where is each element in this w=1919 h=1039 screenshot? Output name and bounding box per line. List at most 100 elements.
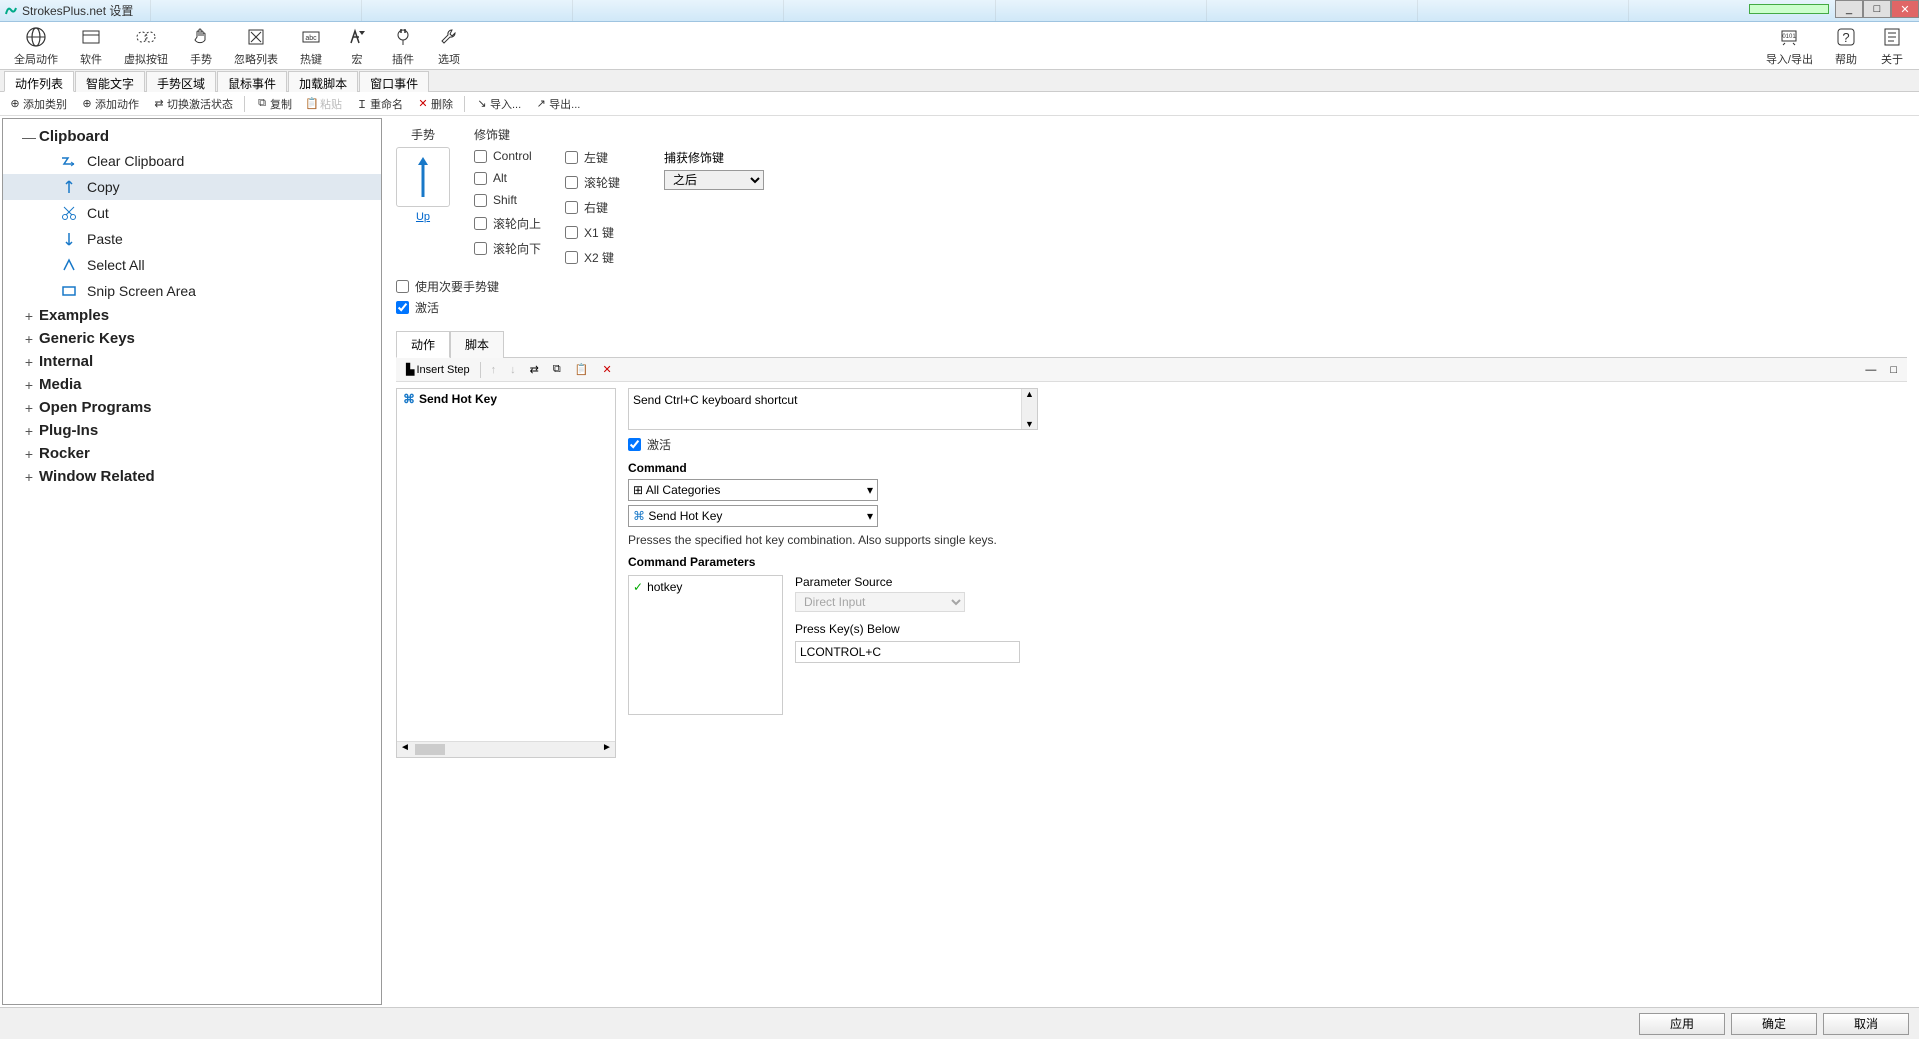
toolbar-plugin[interactable]: 插件 xyxy=(380,22,426,69)
toolbar-ignorelist[interactable]: 忽略列表 xyxy=(224,22,288,69)
toolbar-options[interactable]: 选项 xyxy=(426,22,472,69)
chk-wheel[interactable]: 滚轮键 xyxy=(565,174,620,191)
toolbar-about[interactable]: 关于 xyxy=(1869,22,1915,69)
toggle-active-button[interactable]: ⇄切换激活状态 xyxy=(150,94,236,114)
step-list-hscroll[interactable]: ◄ ► xyxy=(397,741,615,757)
copy-icon: ⧉ xyxy=(256,98,268,110)
toolbar-hotkey[interactable]: abc 热键 xyxy=(288,22,334,69)
chk-right[interactable]: 右键 xyxy=(565,199,620,216)
chk-wheel-up[interactable]: 滚轮向上 xyxy=(474,215,541,232)
step-list[interactable]: ⌘ Send Hot Key ◄ ► xyxy=(396,388,616,758)
desc-scrollbar[interactable]: ▲▼ xyxy=(1021,389,1037,429)
toolbar-virtual-btn[interactable]: 虚拟按钮 xyxy=(114,22,178,69)
tree-category-window-related[interactable]: +Window Related xyxy=(3,465,381,488)
toolbar-macro[interactable]: 宏 xyxy=(334,22,380,69)
capture-select[interactable]: 之后 xyxy=(664,170,764,190)
toolbar-software[interactable]: 软件 xyxy=(68,22,114,69)
tree-category-open-programs[interactable]: +Open Programs xyxy=(3,396,381,419)
subtab-action[interactable]: 动作 xyxy=(396,331,450,358)
window-close[interactable]: ✕ xyxy=(1891,0,1919,18)
chk-wheel-down[interactable]: 滚轮向下 xyxy=(474,240,541,257)
export-button[interactable]: ↗导出... xyxy=(532,94,583,114)
toolbar-gesture[interactable]: 手势 xyxy=(178,22,224,69)
command-select[interactable]: ⌘ Send Hot Key ▾ xyxy=(628,505,878,527)
add-action-button[interactable]: ⊕添加动作 xyxy=(78,94,142,114)
tab-smart-text[interactable]: 智能文字 xyxy=(75,71,145,92)
step-list-item[interactable]: ⌘ Send Hot Key xyxy=(397,389,615,409)
step-up-button[interactable]: ↑ xyxy=(487,362,501,378)
command-label: Command xyxy=(628,461,1907,475)
collapse-min-button[interactable]: — xyxy=(1861,362,1880,378)
tree-item-copy[interactable]: Copy xyxy=(3,174,381,200)
tree-item-clear-clipboard[interactable]: Clear Clipboard xyxy=(3,148,381,174)
tab-gesture-region[interactable]: 手势区域 xyxy=(146,71,216,92)
main-toolbar: 全局动作 软件 虚拟按钮 手势 忽略列表 abc 热键 宏 插件 选项 0101… xyxy=(0,22,1919,70)
apply-button[interactable]: 应用 xyxy=(1639,1013,1725,1035)
titlebar-blur-tabs xyxy=(150,0,1839,21)
step-copy-button[interactable]: ⧉ xyxy=(549,361,565,378)
param-item-hotkey[interactable]: ✓ hotkey xyxy=(633,580,778,594)
check-icon: ✓ xyxy=(633,580,643,594)
import-button[interactable]: ↘导入... xyxy=(473,94,524,114)
tree-category-generic-keys[interactable]: +Generic Keys xyxy=(3,327,381,350)
add-category-button[interactable]: ⊕添加类别 xyxy=(6,94,70,114)
chk-left[interactable]: 左键 xyxy=(565,149,620,166)
export-icon: ↗ xyxy=(535,98,547,110)
tree-category-clipboard[interactable]: — Clipboard xyxy=(3,125,381,148)
window-maximize[interactable]: □ xyxy=(1863,0,1891,18)
collapse-max-button[interactable]: □ xyxy=(1886,362,1901,378)
tab-window-events[interactable]: 窗口事件 xyxy=(359,71,429,92)
chk-x2[interactable]: X2 键 xyxy=(565,249,620,266)
window-minimize[interactable]: _ xyxy=(1835,0,1863,18)
param-source-select[interactable]: Direct Input xyxy=(795,592,965,612)
toolbar-global-action[interactable]: 全局动作 xyxy=(4,22,68,69)
tab-load-script[interactable]: 加载脚本 xyxy=(288,71,358,92)
command-icon: ⌘ xyxy=(633,509,645,523)
insert-icon: ▙ xyxy=(406,363,414,376)
gesture-link[interactable]: Up xyxy=(416,211,430,223)
gesture-preview[interactable] xyxy=(396,147,450,207)
tree-category-examples[interactable]: +Examples xyxy=(3,304,381,327)
tree-category-media[interactable]: +Media xyxy=(3,373,381,396)
scroll-right-icon[interactable]: ► xyxy=(599,742,615,757)
chk-x1[interactable]: X1 键 xyxy=(565,224,620,241)
ok-button[interactable]: 确定 xyxy=(1731,1013,1817,1035)
tree-item-paste[interactable]: Paste xyxy=(3,226,381,252)
scroll-thumb[interactable] xyxy=(415,744,445,755)
tree-item-select-all[interactable]: Select All xyxy=(3,252,381,278)
toolbar-import-export[interactable]: 0101 导入/导出 xyxy=(1756,22,1823,69)
tree-item-cut[interactable]: Cut xyxy=(3,200,381,226)
subtab-script[interactable]: 脚本 xyxy=(450,331,504,358)
step-down-button[interactable]: ↓ xyxy=(506,362,520,378)
step-delete-button[interactable]: ✕ xyxy=(598,361,615,378)
category-select[interactable]: ⊞ All Categories ▾ xyxy=(628,479,878,501)
step-description[interactable]: Send Ctrl+C keyboard shortcut ▲▼ xyxy=(628,388,1038,430)
insert-step-button[interactable]: ▙Insert Step xyxy=(402,361,474,378)
copy-button[interactable]: ⧉复制 xyxy=(253,94,295,114)
delete-button[interactable]: ✕删除 xyxy=(414,94,456,114)
chk-secondary-gesture[interactable]: 使用次要手势键 xyxy=(396,278,1907,295)
chevron-down-icon: ▾ xyxy=(867,483,873,497)
chk-alt[interactable]: Alt xyxy=(474,171,541,185)
tab-action-list[interactable]: 动作列表 xyxy=(4,71,74,92)
scroll-left-icon[interactable]: ◄ xyxy=(397,742,413,757)
paste-button[interactable]: 📋粘贴 xyxy=(303,94,345,114)
wrench-icon xyxy=(436,24,462,50)
chk-control[interactable]: Control xyxy=(474,149,541,163)
step-edit-button[interactable]: ⇄ xyxy=(526,361,543,378)
rename-button[interactable]: Ｉ重命名 xyxy=(353,94,406,114)
chk-step-active[interactable]: 激活 xyxy=(628,436,1907,453)
press-keys-input[interactable] xyxy=(795,641,1020,663)
chk-active[interactable]: 激活 xyxy=(396,299,1907,316)
tree-category-internal[interactable]: +Internal xyxy=(3,350,381,373)
tree-category-rocker[interactable]: +Rocker xyxy=(3,442,381,465)
toolbar-help[interactable]: ? 帮助 xyxy=(1823,22,1869,69)
chevron-down-icon: ▾ xyxy=(867,509,873,523)
chk-shift[interactable]: Shift xyxy=(474,193,541,207)
tree-item-snip[interactable]: Snip Screen Area xyxy=(3,278,381,304)
tab-mouse-events[interactable]: 鼠标事件 xyxy=(217,71,287,92)
param-list[interactable]: ✓ hotkey xyxy=(628,575,783,715)
step-paste-button[interactable]: 📋 xyxy=(571,361,593,378)
cancel-button[interactable]: 取消 xyxy=(1823,1013,1909,1035)
tree-category-plugins[interactable]: +Plug-Ins xyxy=(3,419,381,442)
